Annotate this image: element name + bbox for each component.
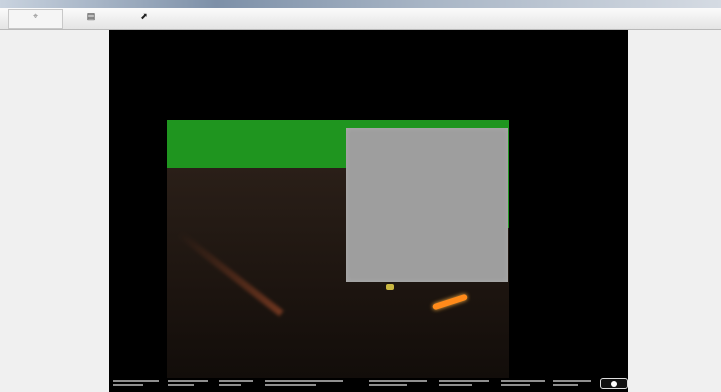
viewer-info-bar bbox=[109, 376, 628, 392]
camera-icon: ▤ bbox=[86, 11, 96, 21]
yellow-marker bbox=[386, 284, 394, 290]
export-icon: ⬈ bbox=[140, 11, 148, 21]
info-field bbox=[113, 378, 159, 390]
brand-logo bbox=[600, 378, 628, 389]
window-titlebar bbox=[0, 0, 721, 8]
info-field bbox=[168, 378, 208, 390]
info-field bbox=[553, 378, 591, 390]
gray-overlay-box bbox=[346, 128, 508, 282]
info-field bbox=[219, 378, 253, 390]
info-field bbox=[501, 378, 545, 390]
toolbar-button-export[interactable]: ⬈ bbox=[118, 9, 170, 29]
workspace bbox=[0, 30, 721, 392]
toolbar-button-zoom[interactable]: ⌖ bbox=[8, 9, 63, 29]
zoom-icon: ⌖ bbox=[32, 11, 39, 21]
video-viewer[interactable] bbox=[109, 30, 628, 392]
info-field bbox=[265, 378, 343, 390]
logo-mark-icon bbox=[610, 380, 617, 387]
info-field bbox=[369, 378, 427, 390]
info-field bbox=[439, 378, 489, 390]
toolbar-button-camera[interactable]: ▤ bbox=[66, 9, 116, 29]
toolbar: ⌖ ▤ ⬈ bbox=[0, 8, 721, 30]
